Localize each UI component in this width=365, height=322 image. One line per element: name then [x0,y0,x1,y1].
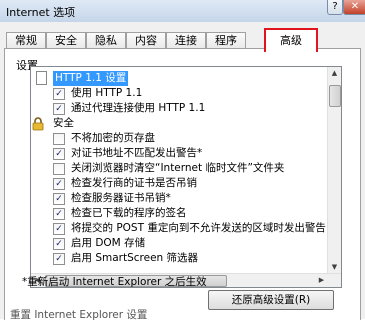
list-item[interactable]: HTTP 1.1 设置 [31,71,327,86]
list-item[interactable]: ✓ 检查服务器证书吊销* [31,191,327,206]
help-button[interactable]: ? [327,0,343,15]
list-item[interactable]: ✓ 检查发行商的证书是否吊销 [31,176,327,191]
option-label: 检查发行商的证书是否吊销 [71,177,197,189]
tab-connections[interactable]: 连接 [166,32,206,49]
list-item[interactable]: 不将加密的页存盘 [31,131,327,146]
checkbox[interactable]: ✓ [53,253,65,265]
window-title: Internet 选项 [6,6,76,19]
list-item[interactable]: 安全 [31,116,327,131]
option-label: 检查服务器证书吊销* [71,192,171,204]
checkbox[interactable] [53,163,65,175]
option-label: 对证书地址不匹配发出警告* [71,147,203,159]
option-label: 使用 HTTP 1.1 [71,87,143,99]
tab-general[interactable]: 常规 [6,32,46,49]
list-item[interactable]: ✓ 对证书地址不匹配发出警告* [31,146,327,161]
list-item[interactable]: ✓ 通过代理连接使用 HTTP 1.1 [31,101,327,116]
close-button[interactable]: ✕ [343,0,365,15]
tab-advanced[interactable]: 高级 [264,28,318,52]
checkbox[interactable]: ✓ [53,88,65,100]
checkbox[interactable]: ✓ [53,178,65,190]
restore-advanced-settings-button[interactable]: 还原高级设置(R) [208,290,334,310]
list-item[interactable]: 关闭浏览器时清空“Internet 临时文件”文件夹 [31,161,327,176]
internet-options-dialog: 常规 安全 隐私 内容 连接 程序 高级 设置 HTTP 1.1 设置 ✓ 使用… [0,22,365,320]
option-label: 通过代理连接使用 HTTP 1.1 [71,102,206,114]
scroll-right-icon[interactable]: ▶ [315,274,328,287]
option-label: 启用 SmartScreen 筛选器 [71,252,199,264]
group-label: HTTP 1.1 设置 [53,71,129,86]
option-label: 检查已下载的程序的签名 [71,207,187,219]
checkbox[interactable]: ✓ [53,193,65,205]
restart-note: *重新启动 Internet Explorer 之后生效 [22,276,207,288]
vertical-scrollbar[interactable]: ▲ ▼ [327,67,341,274]
scroll-thumb[interactable] [329,85,341,107]
document-icon [36,71,47,85]
option-label: 关闭浏览器时清空“Internet 临时文件”文件夹 [71,162,285,174]
list-item[interactable]: ✓ 启用 SmartScreen 筛选器 [31,251,327,266]
checkbox[interactable]: ✓ [53,148,65,160]
reset-section-label: 重置 Internet Explorer 设置 [10,309,148,321]
list-item[interactable]: ✓ 使用 HTTP 1.1 [31,86,327,101]
scroll-up-icon[interactable]: ▲ [328,67,341,80]
checkbox[interactable]: ✓ [53,223,65,235]
tab-security[interactable]: 安全 [46,32,86,49]
checkbox[interactable]: ✓ [53,238,65,250]
tab-content[interactable]: 内容 [126,32,166,49]
list-item[interactable]: ✓ 检查已下载的程序的签名 [31,206,327,221]
list-item[interactable]: ✓ 启用 DOM 存储 [31,236,327,251]
checkbox[interactable]: ✓ [53,208,65,220]
title-bar: Internet 选项 ? ✕ [0,0,365,22]
group-label: 安全 [53,117,74,129]
option-label: 不将加密的页存盘 [71,132,155,144]
tab-programs[interactable]: 程序 [206,32,246,49]
settings-list[interactable]: HTTP 1.1 设置 ✓ 使用 HTTP 1.1 ✓ 通过代理连接使用 HTT… [30,66,342,288]
tab-privacy[interactable]: 隐私 [86,32,126,49]
checkbox[interactable] [53,133,65,145]
list-item[interactable]: ✓ 将提交的 POST 重定向到不允许发送的区域时发出警告 [31,221,327,236]
checkbox[interactable]: ✓ [53,103,65,115]
lock-icon [32,117,44,131]
option-label: 将提交的 POST 重定向到不允许发送的区域时发出警告 [71,222,326,234]
option-label: 启用 DOM 存储 [71,237,146,249]
